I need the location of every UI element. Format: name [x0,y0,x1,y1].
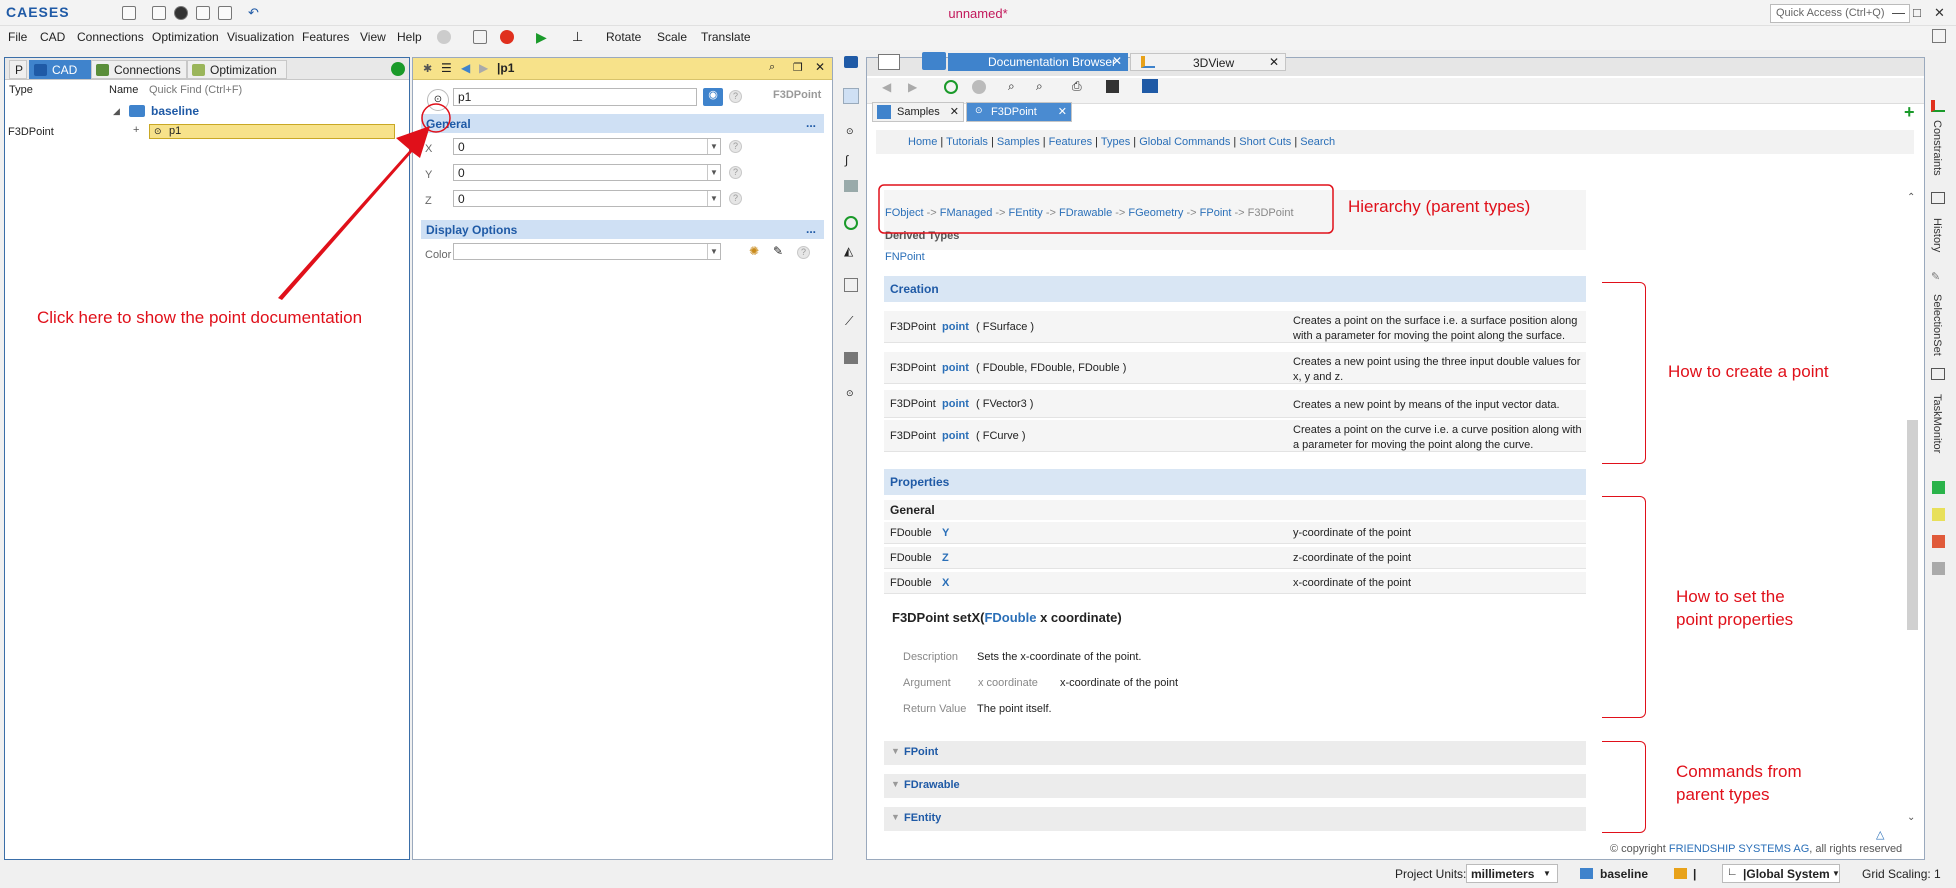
annotation-arrow [278,126,430,300]
annotation-hierarchy-text: Hierarchy (parent types) [1348,197,1531,216]
system-dropdown-icon[interactable]: ▼ [1832,869,1840,878]
coordinate-system-select[interactable]: |Global System [1722,864,1840,883]
status-baseline[interactable]: baseline [1600,867,1648,881]
annotation-set-text-2: point properties [1676,610,1794,629]
baseline-folder-icon [1580,868,1593,879]
annotation-commands-text-1: Commands from [1676,762,1802,781]
annotation-commands-text-2: parent types [1676,785,1770,804]
axes-icon: ∟ [1727,866,1738,878]
units-label: Project Units: [1395,867,1467,881]
annotation-set-text-1: How to set the [1676,587,1785,606]
annotation-click-text: Click here to show the point documentati… [37,308,363,327]
status-folder-icon [1674,868,1687,879]
units-dropdown-icon[interactable]: ▼ [1543,869,1551,878]
status-bar [0,862,1956,888]
status-separator: | [1693,867,1697,881]
annotation-create-bracket [1602,282,1646,464]
annotation-hierarchy-box [878,184,1334,234]
annotation-set-bracket [1602,496,1646,718]
annotation-overlay [278,103,1334,300]
grid-scaling: Grid Scaling: 1 [1862,867,1941,881]
annotation-commands-bracket [1602,741,1646,833]
annotation-create-text: How to create a point [1668,362,1829,381]
